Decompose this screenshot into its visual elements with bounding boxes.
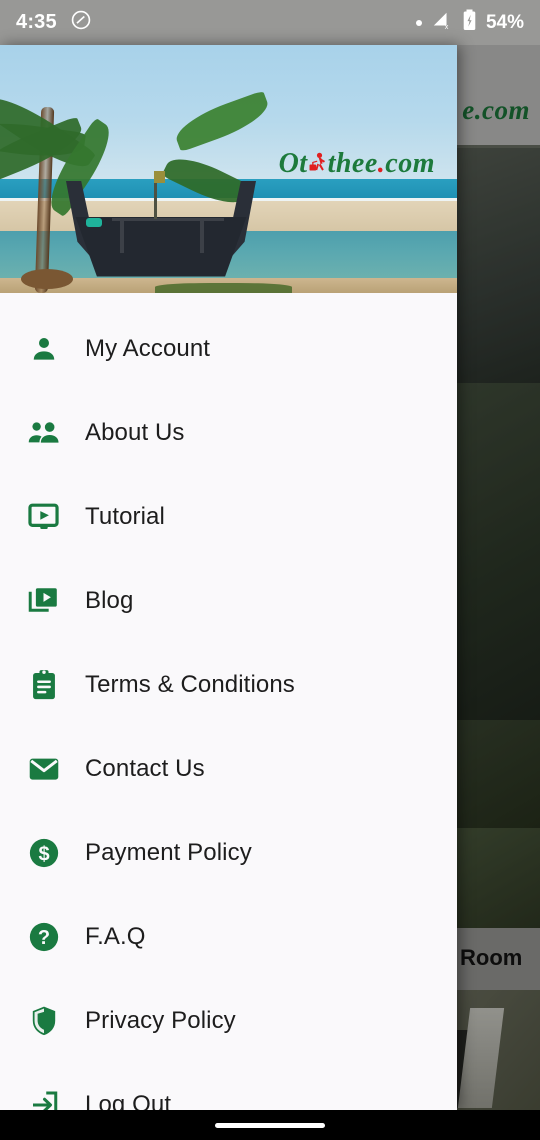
- do-not-disturb-icon: [70, 9, 92, 36]
- svg-text:$: $: [38, 843, 49, 865]
- menu-item-label: Contact Us: [85, 755, 205, 782]
- logo-middle: thee: [327, 148, 378, 179]
- shield-icon: [25, 1002, 63, 1040]
- menu-item-faq[interactable]: ? F.A.Q: [0, 895, 457, 979]
- clipboard-icon: [25, 666, 63, 704]
- status-bar-clock: 4:35: [16, 11, 57, 33]
- status-bar-right: x 54%: [415, 9, 524, 36]
- menu-item-label: Payment Policy: [85, 839, 252, 866]
- menu-item-label: F.A.Q: [85, 923, 146, 950]
- menu-item-tutorial[interactable]: Tutorial: [0, 475, 457, 559]
- menu-item-my-account[interactable]: My Account: [0, 307, 457, 391]
- menu-item-label: Blog: [85, 587, 134, 614]
- drawer-logo: Ot thee.com: [279, 148, 435, 180]
- status-bar-left: 4:35: [16, 9, 92, 36]
- system-navigation-bar: [0, 1110, 540, 1140]
- logo-prefix: Ot: [278, 148, 308, 179]
- svg-text:?: ?: [38, 927, 50, 949]
- menu-item-contact-us[interactable]: Contact Us: [0, 727, 457, 811]
- video-library-icon: [25, 582, 63, 620]
- question-circle-icon: ?: [25, 918, 63, 956]
- battery-percent-label: 54%: [485, 11, 524, 33]
- signal-no-service-icon: x: [431, 10, 453, 35]
- menu-item-blog[interactable]: Blog: [0, 559, 457, 643]
- grass-patch: [155, 283, 293, 293]
- menu-item-label: Log Out: [85, 1091, 172, 1110]
- envelope-icon: [25, 750, 63, 788]
- palm-trunk-base: [21, 269, 73, 289]
- tv-play-icon: [25, 498, 63, 536]
- menu-item-label: About Us: [85, 419, 185, 446]
- navigation-drawer: Ot thee.com My Account About Us Tutorial…: [0, 45, 457, 1110]
- menu-item-payment-policy[interactable]: $ Payment Policy: [0, 811, 457, 895]
- menu-item-label: My Account: [85, 335, 211, 362]
- palm-fronds: [0, 86, 274, 218]
- menu-item-label: Tutorial: [85, 503, 165, 530]
- menu-item-label: Privacy Policy: [85, 1007, 236, 1034]
- svg-text:x: x: [445, 22, 449, 30]
- logo-suffix: com: [385, 148, 435, 179]
- person-icon: [25, 330, 63, 368]
- status-bar: 4:35 x 54%: [0, 0, 540, 45]
- menu-item-log-out[interactable]: Log Out: [0, 1063, 457, 1110]
- traveler-with-luggage-icon: [308, 152, 328, 176]
- home-gesture-pill[interactable]: [215, 1122, 325, 1128]
- menu-item-about-us[interactable]: About Us: [0, 391, 457, 475]
- dollar-circle-icon: $: [25, 834, 63, 872]
- menu-item-terms-conditions[interactable]: Terms & Conditions: [0, 643, 457, 727]
- notification-dot-icon: [415, 19, 422, 26]
- phone-screen: e.com ULTRA 4K টাকায় Room 4:35: [0, 0, 540, 1140]
- menu-item-privacy-policy[interactable]: Privacy Policy: [0, 979, 457, 1063]
- menu-item-label: Terms & Conditions: [85, 671, 295, 698]
- battery-charging-icon: [462, 9, 477, 36]
- drawer-menu: My Account About Us Tutorial Blog Terms …: [0, 293, 457, 1110]
- drawer-header-image: Ot thee.com: [0, 45, 457, 293]
- logout-arrow-icon: [25, 1086, 63, 1110]
- people-icon: [25, 414, 63, 452]
